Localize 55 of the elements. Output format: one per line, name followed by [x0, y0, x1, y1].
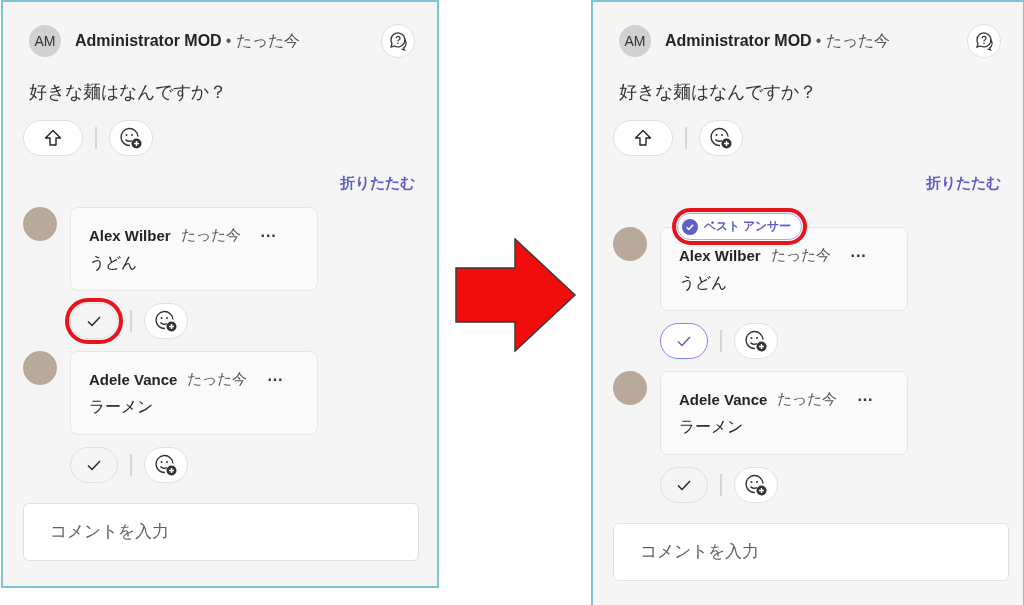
up-arrow-icon [633, 128, 653, 148]
question-bubble-button[interactable] [967, 24, 1001, 58]
more-options-button[interactable]: ··· [267, 370, 284, 389]
avatar-photo-placeholder [613, 227, 647, 261]
collapse-link[interactable]: 折りたたむ [340, 174, 415, 193]
question-bubble-icon [388, 31, 408, 51]
comment-input-field[interactable]: コメントを入力 [23, 503, 419, 561]
user-initials-avatar: AM [619, 25, 651, 57]
reply-text: ラーメン [679, 417, 744, 437]
add-reaction-button[interactable] [144, 303, 188, 339]
post-time: • たった今 [225, 30, 300, 51]
question-text: 好きな麺はなんですか？ [29, 81, 228, 104]
upvote-button[interactable] [23, 120, 83, 156]
right-arrow-icon [455, 238, 577, 352]
smiley-plus-icon [744, 473, 768, 497]
add-reaction-button[interactable] [109, 120, 153, 156]
reply-text: うどん [679, 273, 728, 293]
more-options-button[interactable]: ··· [260, 226, 277, 245]
reply-text: うどん [89, 253, 138, 273]
avatar-photo-placeholder [23, 351, 57, 385]
more-options-button[interactable]: ··· [850, 246, 867, 265]
author-name: Administrator MOD [75, 32, 222, 50]
user-initials-avatar: AM [29, 25, 61, 57]
reply-time: たった今 [777, 390, 838, 409]
reply-author-name: Alex Wilber [89, 227, 171, 244]
author-name: Administrator MOD [665, 32, 812, 50]
collapse-link[interactable]: 折りたたむ [926, 174, 1001, 193]
reply-time: たった今 [187, 370, 248, 389]
reply-time: たった今 [770, 246, 831, 265]
upvote-button[interactable] [613, 120, 673, 156]
avatar-photo-placeholder [613, 371, 647, 405]
add-reaction-button[interactable] [699, 120, 743, 156]
reply-author-name: Adele Vance [89, 371, 178, 388]
question-text: 好きな麺はなんですか？ [619, 81, 818, 104]
comment-input-field[interactable]: コメントを入力 [613, 523, 1009, 581]
more-options-button[interactable]: ··· [857, 390, 874, 409]
smiley-plus-icon [709, 126, 733, 150]
smiley-plus-icon [154, 453, 178, 477]
reply-author-name: Adele Vance [679, 391, 768, 408]
up-arrow-icon [43, 128, 63, 148]
mark-answer-button[interactable] [660, 323, 708, 359]
add-reaction-button[interactable] [144, 447, 188, 483]
smiley-plus-icon [744, 329, 768, 353]
post-time: • たった今 [815, 30, 890, 51]
smiley-plus-icon [119, 126, 143, 150]
reply-author-name: Alex Wilber [679, 247, 761, 264]
reply-text: ラーメン [89, 397, 154, 417]
avatar-photo-placeholder [23, 207, 57, 241]
add-reaction-button[interactable] [734, 323, 778, 359]
reply-time: たった今 [180, 226, 241, 245]
question-bubble-icon [974, 31, 994, 51]
question-bubble-button[interactable] [381, 24, 415, 58]
check-circle-icon [682, 218, 698, 235]
add-reaction-button[interactable] [734, 467, 778, 503]
smiley-plus-icon [154, 309, 178, 333]
